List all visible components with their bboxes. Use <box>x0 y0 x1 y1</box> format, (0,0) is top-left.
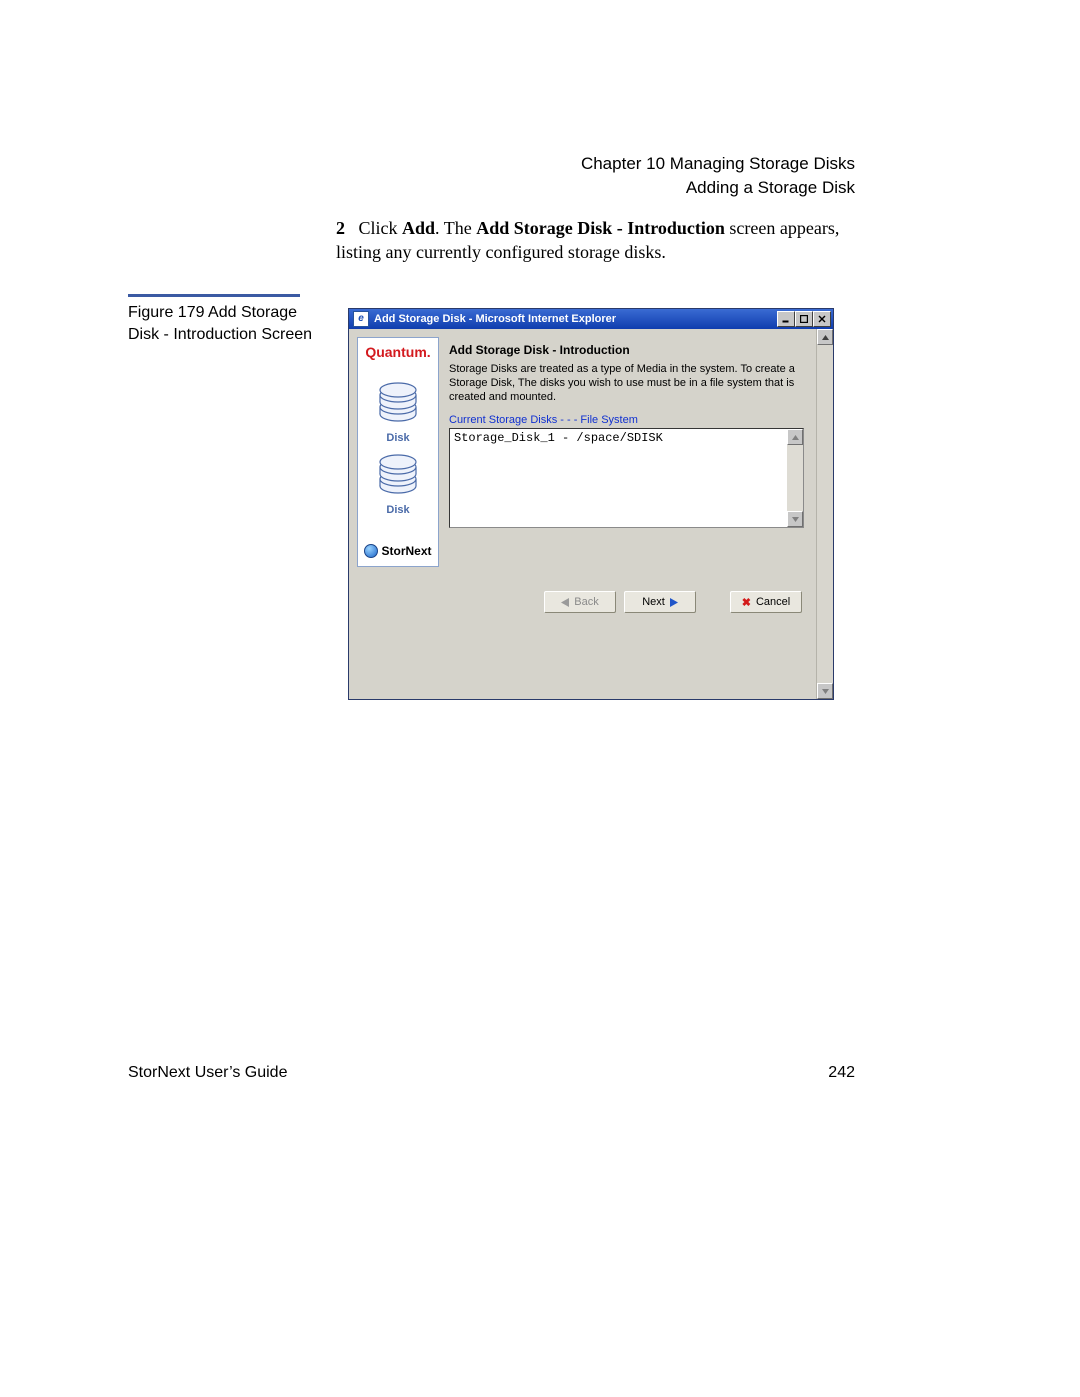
listbox-scrollbar[interactable] <box>787 429 803 527</box>
wizard-button-bar: Back Next ✖ Cancel <box>357 585 808 623</box>
disk-label-2: Disk <box>386 504 409 516</box>
footer-guide-name: StorNext User’s Guide <box>128 1064 287 1082</box>
next-button-label: Next <box>642 596 665 608</box>
scroll-down-icon[interactable] <box>817 683 833 699</box>
quantum-logo-text: Quantum. <box>365 344 430 360</box>
stornext-text: StorNext <box>381 544 431 558</box>
disk-stack-icon <box>375 380 421 428</box>
step-instruction: 2 Click Add. The Add Storage Disk - Intr… <box>336 216 846 265</box>
caption-rule <box>128 294 300 297</box>
triangle-right-icon <box>670 598 678 607</box>
close-button[interactable] <box>813 311 831 327</box>
ie-app-icon: e <box>353 311 369 327</box>
scroll-up-icon[interactable] <box>787 429 803 445</box>
globe-icon <box>364 544 378 558</box>
wizard-description: Storage Disks are treated as a type of M… <box>449 363 804 404</box>
back-button-label: Back <box>574 596 598 608</box>
disk-stack-1: Disk <box>375 380 421 444</box>
cancel-button[interactable]: ✖ Cancel <box>730 591 802 613</box>
scroll-down-icon[interactable] <box>787 511 803 527</box>
wizard-content-row: Quantum. <box>357 337 808 567</box>
figure-caption: Figure 179 Add Storage Disk - Introducti… <box>128 302 328 345</box>
back-button[interactable]: Back <box>544 591 616 613</box>
document-page: Chapter 10 Managing Storage Disks Adding… <box>0 0 1080 1397</box>
window-title: Add Storage Disk - Microsoft Internet Ex… <box>374 313 777 325</box>
window-client-area: Quantum. <box>349 329 833 699</box>
disk-stack-icon <box>375 452 421 500</box>
chapter-line: Chapter 10 Managing Storage Disks <box>581 152 855 176</box>
wizard-main-panel: Add Storage Disk - Introduction Storage … <box>439 337 808 567</box>
triangle-left-icon <box>561 598 569 607</box>
wizard-heading: Add Storage Disk - Introduction <box>449 343 804 357</box>
window-titlebar[interactable]: e Add Storage Disk - Microsoft Internet … <box>349 309 833 329</box>
wizard-sidebar: Quantum. <box>357 337 439 567</box>
maximize-button[interactable] <box>795 311 813 327</box>
page-scrollbar[interactable] <box>816 329 833 699</box>
instr-text-1: Click <box>359 218 403 238</box>
cancel-button-label: Cancel <box>756 596 790 608</box>
instr-text-2: . The <box>435 218 476 238</box>
storage-disks-listbox[interactable]: Storage_Disk_1 - /space/SDISK <box>449 428 804 528</box>
disk-stack-2: Disk <box>375 452 421 516</box>
dialog-window: e Add Storage Disk - Microsoft Internet … <box>348 308 834 700</box>
page-number: 242 <box>828 1064 855 1082</box>
next-button[interactable]: Next <box>624 591 696 613</box>
instr-bold-add: Add <box>402 218 435 238</box>
stornext-logo: StorNext <box>364 516 431 558</box>
instr-bold-title: Add Storage Disk - Introduction <box>476 218 725 238</box>
listbox-label: Current Storage Disks - - - File System <box>449 414 804 426</box>
x-icon: ✖ <box>742 596 751 609</box>
listbox-content[interactable]: Storage_Disk_1 - /space/SDISK <box>450 429 787 527</box>
disk-label-1: Disk <box>386 432 409 444</box>
minimize-button[interactable] <box>777 311 795 327</box>
step-number: 2 <box>336 216 354 240</box>
section-line: Adding a Storage Disk <box>581 176 855 200</box>
window-buttons <box>777 311 831 327</box>
scroll-up-icon[interactable] <box>817 329 833 345</box>
page-header: Chapter 10 Managing Storage Disks Adding… <box>581 152 855 200</box>
